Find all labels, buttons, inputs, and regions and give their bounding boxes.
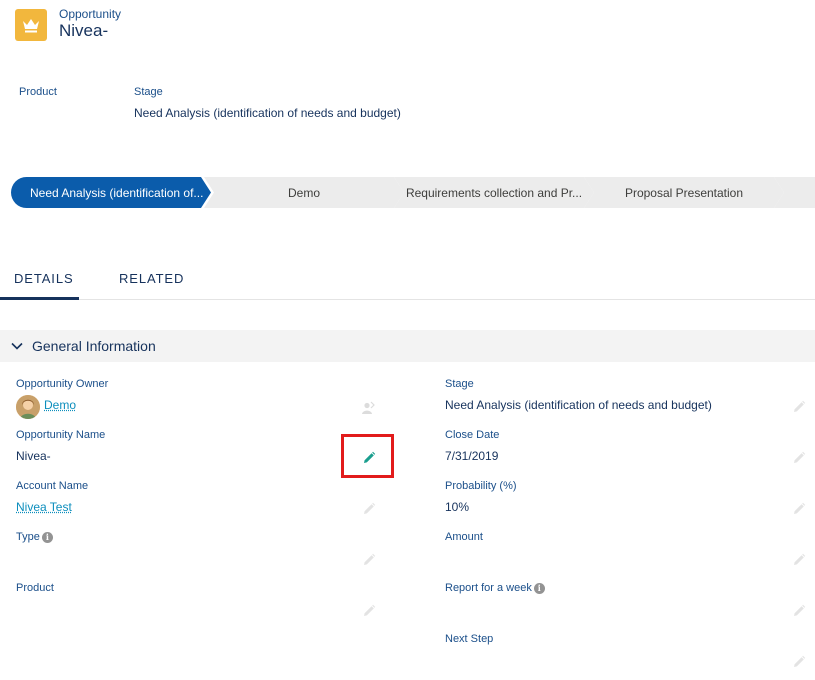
account-link[interactable]: Nivea Test (16, 500, 72, 514)
field-label-report-for-a-week: Report for a week i (445, 582, 545, 594)
field-value-opportunity-owner[interactable]: Demo (44, 398, 76, 412)
info-icon[interactable]: i (41, 531, 53, 543)
path-stage-requirements[interactable]: Requirements collection and Pr... (394, 177, 594, 208)
field-label-opportunity-owner: Opportunity Owner (16, 378, 109, 390)
path-stage-label: Proposal Presentation (624, 185, 744, 200)
field-label-probability: Probability (%) (445, 480, 517, 492)
highlight-stage-label: Stage (134, 86, 163, 98)
field-label-amount: Amount (445, 531, 483, 543)
record-type-label: Opportunity (59, 7, 122, 21)
path-stage-need-analysis[interactable]: Need Analysis (identification of... (11, 177, 211, 208)
path-stage-proposal[interactable]: Proposal Presentation (584, 177, 784, 208)
report-label-text: Report for a week (445, 582, 532, 594)
field-value-close-date: 7/31/2019 (445, 449, 499, 463)
record-title: Nivea- (59, 21, 109, 40)
tab-details[interactable]: DETAILS (14, 271, 74, 286)
field-label-next-step: Next Step (445, 633, 494, 645)
owner-link[interactable]: Demo (44, 398, 76, 412)
highlight-product-label: Product (19, 86, 57, 98)
path-stage-label: Requirements collection and Pr... (405, 185, 583, 200)
edit-opportunity-name-pencil-icon[interactable] (362, 451, 376, 465)
tab-details-underline (0, 297, 79, 300)
field-label-stage: Stage (445, 378, 474, 390)
edit-report-pencil-icon[interactable] (792, 604, 806, 618)
edit-amount-pencil-icon[interactable] (792, 553, 806, 567)
field-value-account-name[interactable]: Nivea Test (16, 500, 72, 514)
field-label-product: Product (16, 582, 54, 594)
field-value-opportunity-name: Nivea- (16, 449, 51, 463)
field-label-close-date: Close Date (445, 429, 500, 441)
path-stage-label: Need Analysis (identification of... (30, 185, 204, 200)
edit-type-pencil-icon[interactable] (362, 553, 376, 567)
stage-path: Need Analysis (identification of... Demo… (11, 177, 815, 208)
chevron-down-icon[interactable] (10, 339, 24, 353)
edit-account-name-pencil-icon[interactable] (362, 502, 376, 516)
edit-close-date-pencil-icon[interactable] (792, 451, 806, 465)
highlight-stage-value: Need Analysis (identification of needs a… (134, 106, 401, 120)
path-stage-label: Demo (287, 185, 320, 200)
field-label-account-name: Account Name (16, 480, 89, 492)
owner-avatar[interactable] (16, 395, 40, 419)
edit-stage-pencil-icon[interactable] (792, 400, 806, 414)
edit-next-step-pencil-icon[interactable] (792, 655, 806, 669)
opportunity-crown-icon (15, 9, 47, 41)
field-label-opportunity-name: Opportunity Name (16, 429, 106, 441)
path-stage-demo[interactable]: Demo (204, 177, 404, 208)
field-value-stage: Need Analysis (identification of needs a… (445, 398, 712, 412)
field-value-probability: 10% (445, 500, 470, 514)
type-label-text: Type (16, 531, 40, 543)
tab-divider (0, 299, 815, 300)
edit-probability-pencil-icon[interactable] (792, 502, 806, 516)
section-title: General Information (32, 338, 156, 354)
tab-related[interactable]: RELATED (119, 271, 184, 286)
field-label-type: Type i (16, 531, 53, 543)
edit-product-pencil-icon[interactable] (362, 604, 376, 618)
change-owner-icon[interactable] (361, 401, 375, 415)
info-icon[interactable]: i (533, 582, 545, 594)
